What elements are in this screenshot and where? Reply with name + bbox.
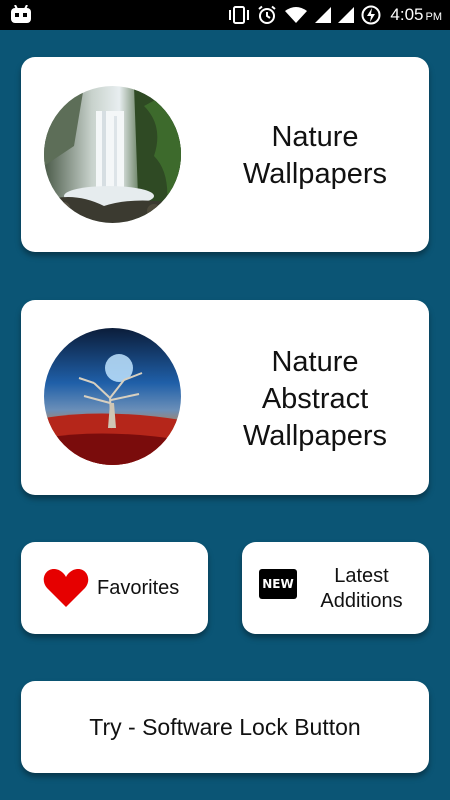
status-time-value: 4:05 <box>390 5 424 24</box>
title-line: Nature <box>271 121 359 153</box>
alarm-icon <box>257 5 277 25</box>
software-lock-button[interactable]: Try - Software Lock Button <box>21 681 429 773</box>
software-lock-label: Try - Software Lock Button <box>89 713 361 740</box>
nature-abstract-wallpapers-card[interactable]: Nature Abstract Wallpapers <box>21 300 429 495</box>
signal-icon <box>315 7 332 23</box>
nature-abstract-wallpapers-title: Nature Abstract Wallpapers <box>211 344 419 455</box>
label-line: Additions <box>320 590 403 612</box>
vibrate-icon <box>228 6 250 24</box>
new-badge-icon: NEW <box>259 569 297 599</box>
battery-charging-icon <box>361 5 381 25</box>
abstract-tree-thumbnail <box>44 328 181 465</box>
title-line: Wallpapers <box>243 158 387 190</box>
waterfall-thumbnail <box>44 86 181 223</box>
status-bar: 4:05 PM <box>0 0 450 30</box>
label-line: Latest <box>334 565 389 587</box>
nature-wallpapers-card[interactable]: Nature Wallpapers <box>21 57 429 252</box>
signal-icon <box>338 7 355 23</box>
status-time: 4:05 PM <box>390 5 442 25</box>
title-line: Nature <box>271 346 359 378</box>
status-ampm: PM <box>425 11 443 23</box>
favorites-label: Favorites <box>97 577 180 599</box>
favorites-button[interactable]: Favorites <box>21 542 208 634</box>
new-badge-text: NEW <box>262 577 294 591</box>
latest-additions-label: Latest Additions <box>304 564 419 614</box>
heart-icon <box>43 568 89 613</box>
wifi-icon <box>284 6 308 24</box>
nature-wallpapers-title: Nature Wallpapers <box>211 119 419 193</box>
latest-additions-button[interactable]: NEW Latest Additions <box>242 542 429 634</box>
title-line: Abstract <box>261 383 369 415</box>
android-debug-icon <box>10 4 32 25</box>
title-line: Wallpapers <box>243 420 387 452</box>
